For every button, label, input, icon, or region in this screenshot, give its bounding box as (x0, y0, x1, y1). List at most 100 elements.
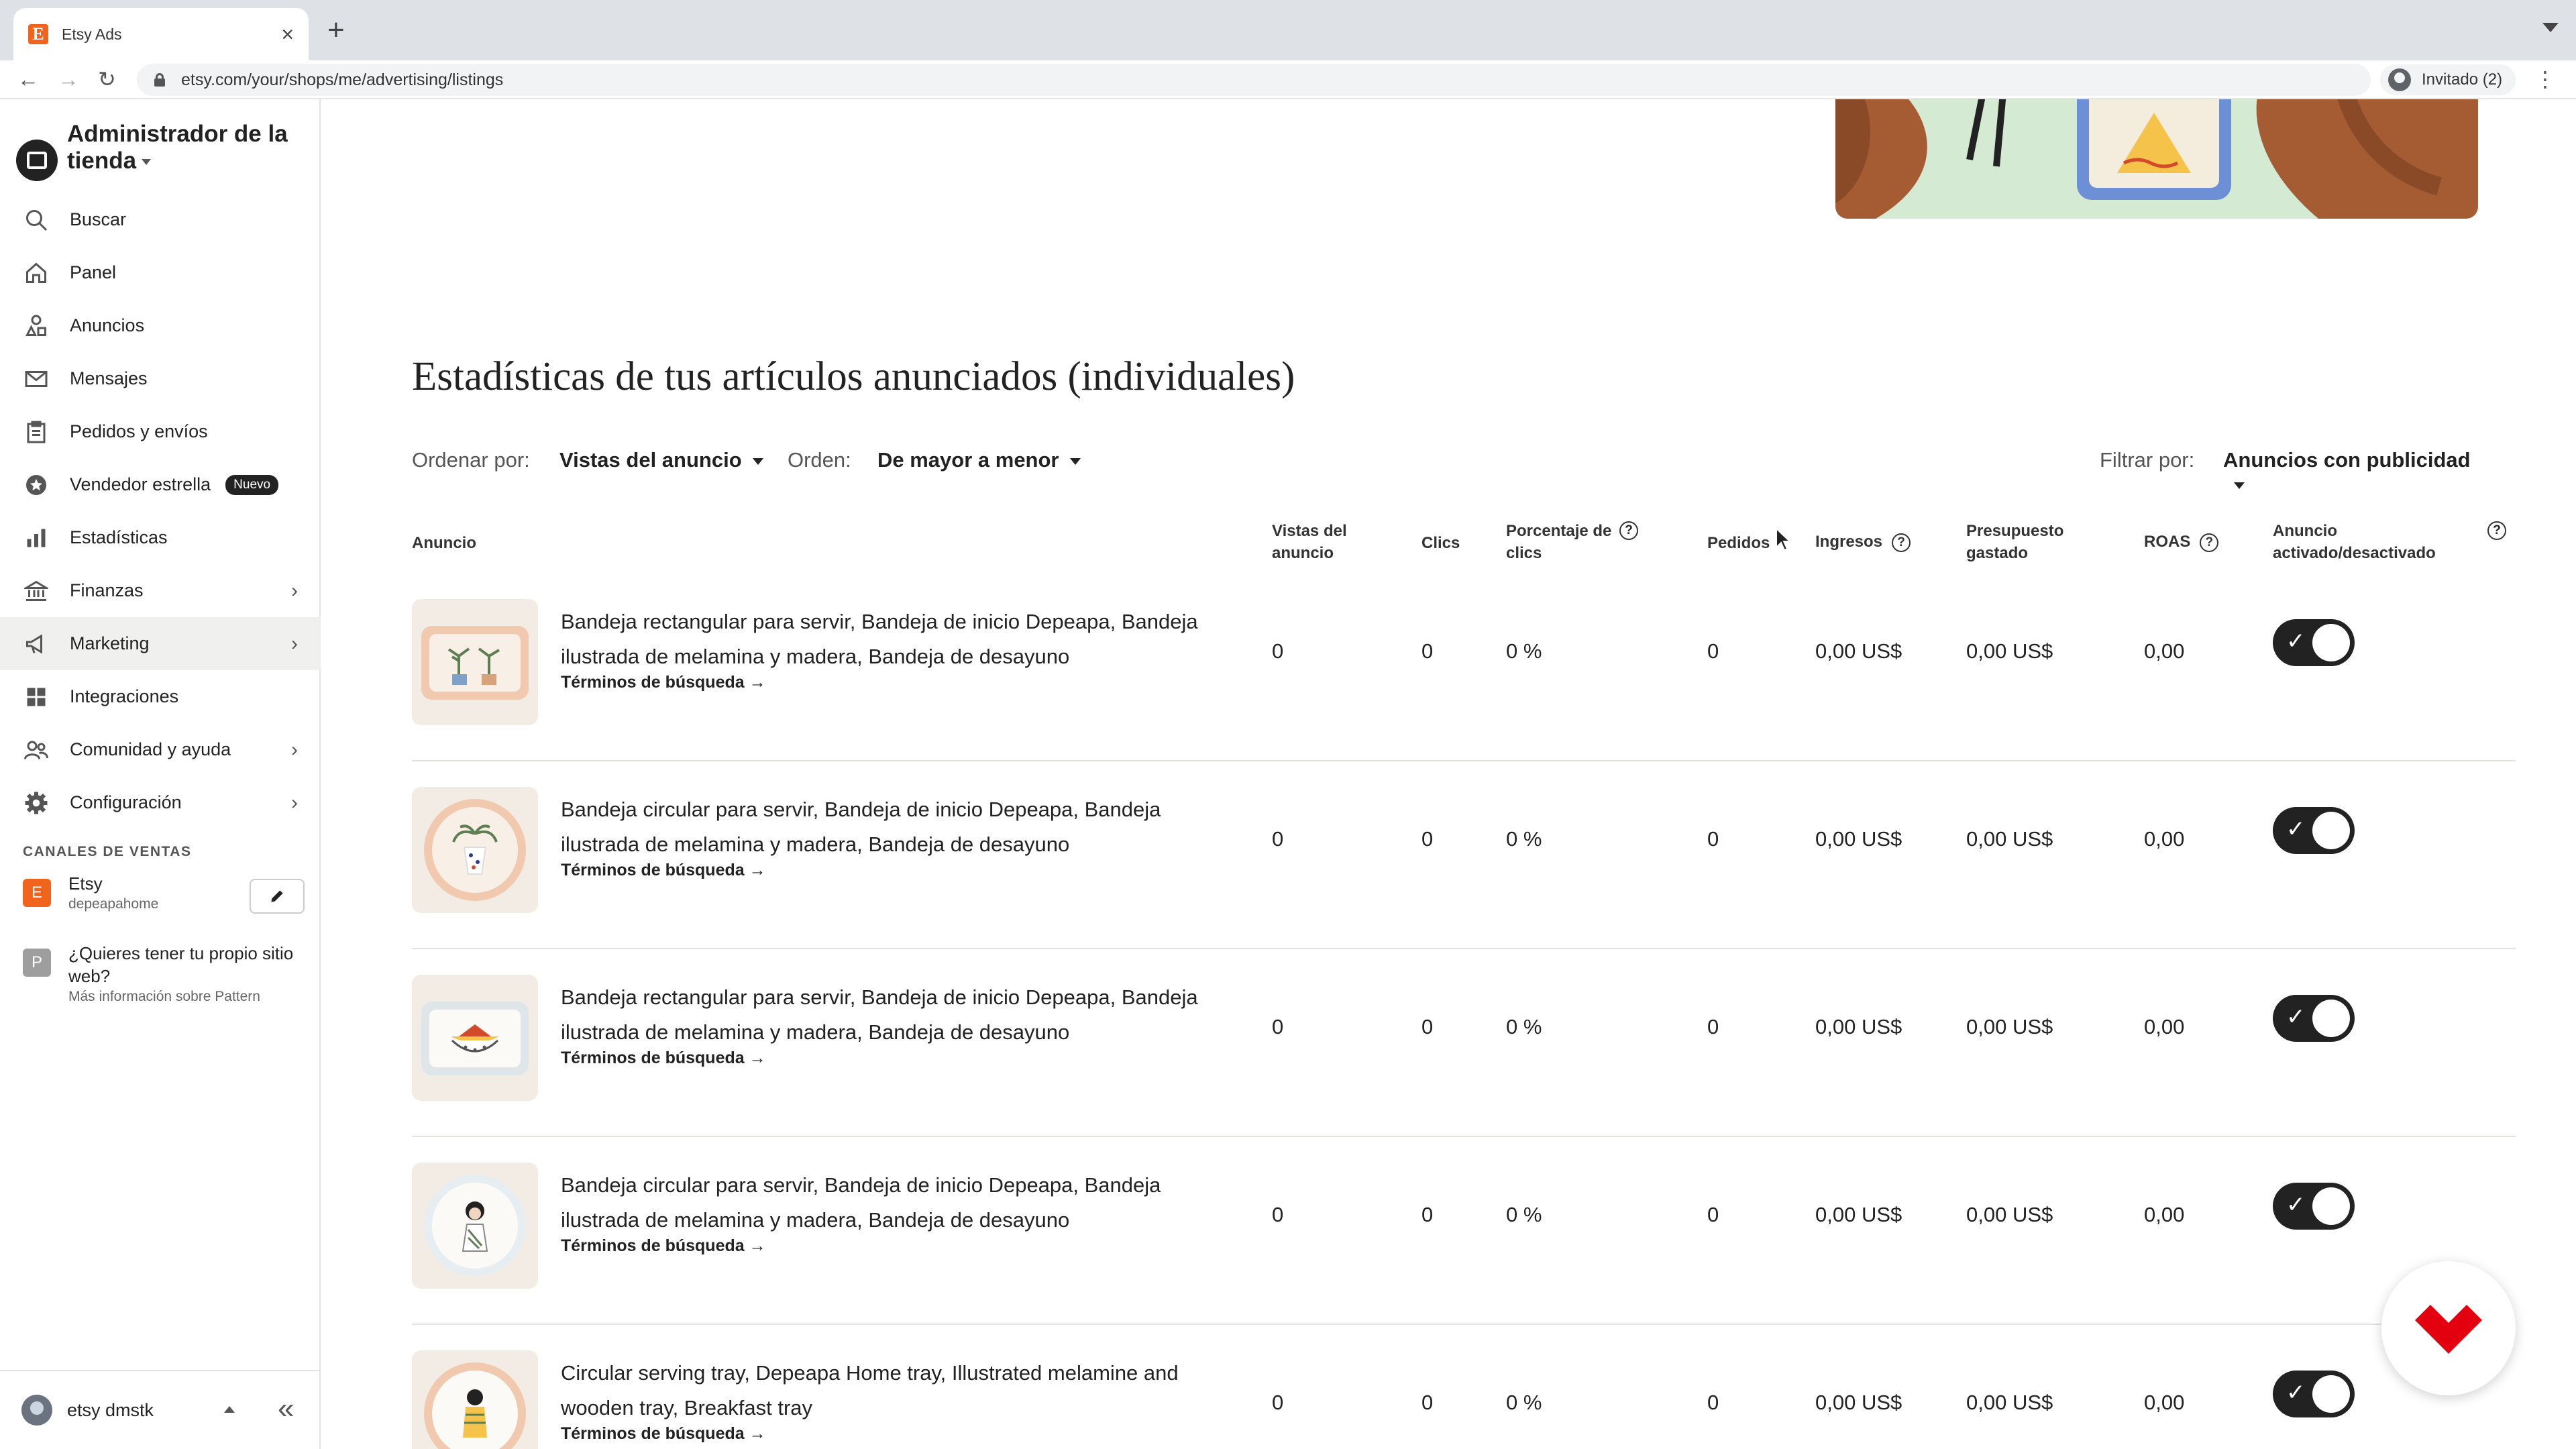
header-spend[interactable]: Presupuesto gastado (1966, 520, 2074, 564)
caret-down-icon (142, 159, 152, 166)
tab-search-icon[interactable] (2542, 23, 2559, 32)
header-views[interactable]: Vistas del anuncio (1272, 520, 1373, 564)
table-row: Bandeja circular para servir, Bandeja de… (412, 761, 2516, 949)
listing-title[interactable]: Bandeja circular para servir, Bandeja de… (561, 1168, 1232, 1238)
ad-active-toggle[interactable]: ✓ (2273, 1183, 2355, 1230)
search-terms-link[interactable]: Términos de búsqueda → (561, 1049, 766, 1068)
channel-pattern[interactable]: P ¿Quieres tener tu propio sitio web? Má… (23, 942, 305, 1006)
header-clicks[interactable]: Clics (1421, 532, 1460, 554)
cell-revenue: 0,00 US$ (1815, 639, 1902, 663)
forward-arrow-icon[interactable]: → (58, 66, 79, 93)
sidebar-item-vendedor-estrella[interactable]: Vendedor estrella Nuevo (0, 458, 321, 511)
collapse-sidebar-icon[interactable]: « (278, 1394, 294, 1424)
sidebar-item-finanzas[interactable]: Finanzas › (0, 564, 321, 617)
caret-down-icon (752, 458, 763, 465)
sidebar-item-configuracion[interactable]: Configuración › (0, 776, 321, 829)
search-terms-link[interactable]: Términos de búsqueda → (561, 861, 766, 880)
browser-menu-icon[interactable]: ⋮ (2534, 67, 2556, 91)
user-account-button[interactable]: etsy dmstk « (0, 1370, 319, 1449)
sort-by-dropdown[interactable]: Vistas del anuncio (559, 448, 763, 472)
listing-thumbnail[interactable] (412, 975, 538, 1101)
search-terms-link[interactable]: Términos de búsqueda → (561, 1424, 766, 1444)
cell-clicks: 0 (1421, 1391, 1434, 1414)
header-revenue[interactable]: Ingresos (1815, 533, 1882, 551)
cell-spend: 0,00 US$ (1966, 1391, 2053, 1414)
caret-up-icon (224, 1406, 235, 1413)
cell-roas: 0,00 (2144, 827, 2185, 851)
header-ctr[interactable]: Porcentaje de clics (1506, 520, 1620, 564)
brand-logo-icon (2415, 1305, 2482, 1354)
url-field[interactable]: etsy.com/your/shops/me/advertising/listi… (137, 64, 2371, 96)
sidebar-item-mensajes[interactable]: Mensajes (0, 352, 321, 405)
header-orders[interactable]: Pedidos (1707, 532, 1770, 554)
edit-channel-button[interactable] (250, 879, 305, 914)
chevron-right-icon: › (291, 738, 298, 761)
sidebar-item-marketing[interactable]: Marketing › (0, 617, 321, 670)
cell-revenue: 0,00 US$ (1815, 827, 1902, 851)
sidebar-item-panel[interactable]: Panel (0, 246, 321, 299)
arrow-right-icon: → (749, 1236, 766, 1255)
ad-active-toggle[interactable]: ✓ (2273, 1371, 2355, 1417)
etsy-channel-icon: E (23, 879, 51, 907)
arrow-right-icon: → (749, 1424, 766, 1443)
listing-title[interactable]: Bandeja rectangular para servir, Bandeja… (561, 980, 1232, 1050)
people-icon (23, 737, 50, 763)
close-tab-icon[interactable]: × (281, 22, 294, 47)
sort-value: Vistas del anuncio (559, 448, 742, 472)
search-terms-link[interactable]: Términos de búsqueda → (561, 1236, 766, 1256)
cell-ctr: 0 % (1506, 827, 1542, 851)
ad-active-toggle[interactable]: ✓ (2273, 995, 2355, 1042)
browser-tab-bar: E Etsy Ads × + (0, 0, 2576, 60)
channel-etsy[interactable]: E Etsy depeapahome (23, 872, 158, 914)
new-tab-button[interactable]: + (327, 13, 345, 47)
check-icon: ✓ (2286, 816, 2306, 842)
sidebar-item-label: Panel (70, 262, 117, 282)
sidebar-item-pedidos[interactable]: Pedidos y envíos (0, 405, 321, 458)
caret-down-icon (2234, 482, 2245, 489)
help-icon[interactable]: ? (1619, 521, 1638, 540)
search-terms-link[interactable]: Términos de búsqueda → (561, 673, 766, 692)
sort-filter-bar: Ordenar por: Vistas del anuncio Orden: D… (412, 445, 2485, 489)
listing-title[interactable]: Bandeja circular para servir, Bandeja de… (561, 792, 1232, 862)
sidebar-item-anuncios[interactable]: Anuncios (0, 299, 321, 352)
floating-widget-button[interactable] (2381, 1261, 2516, 1395)
listing-thumbnail[interactable] (412, 1163, 538, 1289)
sidebar-item-buscar[interactable]: Buscar (0, 193, 321, 246)
sidebar-item-estadisticas[interactable]: Estadísticas (0, 511, 321, 564)
table-row: Bandeja circular para servir, Bandeja de… (412, 1137, 2516, 1325)
listing-title[interactable]: Circular serving tray, Depeapa Home tray… (561, 1356, 1232, 1426)
shapes-icon (23, 313, 50, 339)
profile-button[interactable]: Invitado (2) (2380, 64, 2516, 95)
ad-active-toggle[interactable]: ✓ (2273, 619, 2355, 666)
clipboard-icon (23, 419, 50, 445)
cell-views: 0 (1272, 1203, 1284, 1226)
channel-name: Etsy (68, 873, 103, 894)
listing-thumbnail[interactable] (412, 599, 538, 725)
sidebar-item-integraciones[interactable]: Integraciones (0, 670, 321, 723)
listing-title[interactable]: Bandeja rectangular para servir, Bandeja… (561, 604, 1232, 674)
back-arrow-icon[interactable]: ← (17, 66, 39, 93)
cell-spend: 0,00 US$ (1966, 1015, 2053, 1038)
help-icon[interactable]: ? (1892, 533, 1911, 552)
header-roas[interactable]: ROAS (2144, 533, 2190, 551)
listing-thumbnail[interactable] (412, 1350, 538, 1449)
star-badge-icon (23, 472, 50, 498)
sidebar-item-comunidad[interactable]: Comunidad y ayuda › (0, 723, 321, 776)
header-status: Anuncio activado/desactivado (2273, 522, 2436, 562)
cell-orders: 0 (1707, 827, 1719, 851)
cell-clicks: 0 (1421, 1015, 1434, 1038)
help-icon[interactable]: ? (2487, 521, 2506, 540)
home-icon (23, 260, 50, 286)
reload-icon[interactable]: ↻ (98, 66, 116, 93)
order-dropdown[interactable]: De mayor a menor (877, 448, 1081, 472)
help-icon[interactable]: ? (2200, 533, 2219, 552)
ad-active-toggle[interactable]: ✓ (2273, 807, 2355, 854)
lock-icon (154, 73, 165, 87)
filter-value: Anuncios con publicidad (2223, 448, 2471, 472)
filter-dropdown[interactable]: Anuncios con publicidad (2223, 448, 2485, 496)
browser-tab[interactable]: E Etsy Ads × (13, 8, 309, 60)
table-header: Anuncio Vistas del anuncio Clics Porcent… (412, 520, 2516, 574)
shop-manager-header[interactable]: Administrador de la tienda (16, 121, 311, 181)
channel-link[interactable]: Más información sobre Pattern (68, 987, 303, 1006)
listing-thumbnail[interactable] (412, 787, 538, 913)
